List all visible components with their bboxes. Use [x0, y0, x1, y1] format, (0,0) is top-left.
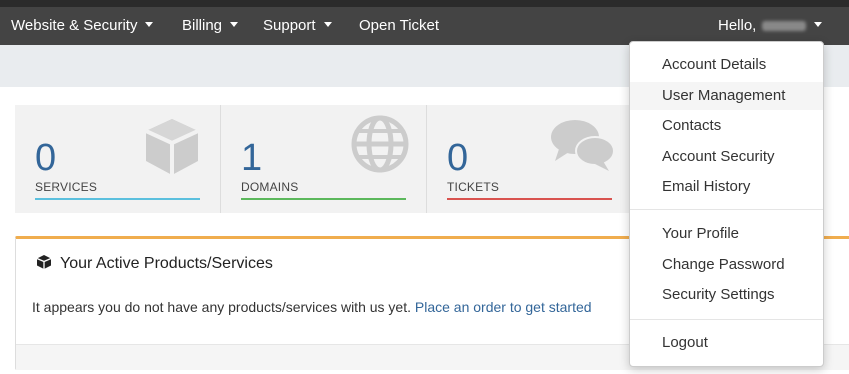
nav-label: Website & Security	[11, 17, 138, 34]
tile-domains[interactable]: 1 DOMAINS	[221, 105, 427, 213]
greeting-label: Hello,	[718, 17, 757, 34]
caret-down-icon	[814, 21, 823, 27]
domains-label: DOMAINS	[241, 180, 299, 194]
menu-logout[interactable]: Logout	[630, 329, 823, 357]
place-order-link[interactable]: Place an order to get started	[415, 299, 592, 315]
caret-down-icon	[230, 21, 239, 27]
user-menu-toggle[interactable]: Hello,	[718, 7, 823, 45]
domains-count: 1	[241, 137, 263, 179]
menu-account-security[interactable]: Account Security	[630, 143, 823, 171]
globe-icon	[351, 115, 409, 173]
nav-label: Open Ticket	[359, 17, 440, 34]
main-navbar: Website & Security Billing Support Open …	[0, 7, 849, 45]
services-accent-bar	[35, 198, 200, 200]
services-label: SERVICES	[35, 180, 98, 194]
menu-email-history[interactable]: Email History	[630, 173, 823, 201]
menu-security-settings[interactable]: Security Settings	[630, 281, 823, 309]
nav-support[interactable]: Support	[263, 7, 332, 45]
nav-open-ticket[interactable]: Open Ticket	[359, 7, 439, 45]
menu-your-profile[interactable]: Your Profile	[630, 220, 823, 248]
cube-icon	[145, 119, 199, 175]
nav-label: Billing	[182, 17, 223, 34]
nav-billing[interactable]: Billing	[182, 7, 239, 45]
tickets-label: TICKETS	[447, 180, 500, 194]
caret-down-icon	[145, 21, 154, 27]
panel-title: Your Active Products/Services	[60, 255, 273, 272]
caret-down-icon	[323, 21, 332, 27]
menu-account-details[interactable]: Account Details	[630, 51, 823, 79]
menu-contacts[interactable]: Contacts	[630, 112, 823, 140]
blurred-username	[762, 21, 807, 32]
nav-label: Support	[263, 17, 316, 34]
comments-icon	[551, 120, 615, 171]
menu-user-management[interactable]: User Management	[630, 82, 823, 110]
tile-services[interactable]: 0 SERVICES	[15, 105, 221, 213]
stats-tiles: 0 SERVICES 1 DOMAINS 0 TICKETS	[15, 105, 640, 213]
user-dropdown-menu: Account Details User Management Contacts…	[629, 41, 824, 367]
tickets-accent-bar	[447, 198, 612, 200]
services-count: 0	[35, 137, 57, 179]
tickets-count: 0	[447, 137, 469, 179]
cube-icon	[36, 254, 52, 269]
menu-divider	[630, 319, 823, 320]
tile-tickets[interactable]: 0 TICKETS	[427, 105, 640, 213]
domains-accent-bar	[241, 198, 406, 200]
nav-website-security[interactable]: Website & Security	[11, 7, 154, 45]
panel-body: It appears you do not have any products/…	[32, 299, 592, 315]
panel-heading: Your Active Products/Services	[36, 254, 273, 273]
empty-message: It appears you do not have any products/…	[32, 299, 411, 315]
top-strip	[0, 0, 849, 7]
menu-divider	[630, 209, 823, 210]
menu-change-password[interactable]: Change Password	[630, 251, 823, 279]
